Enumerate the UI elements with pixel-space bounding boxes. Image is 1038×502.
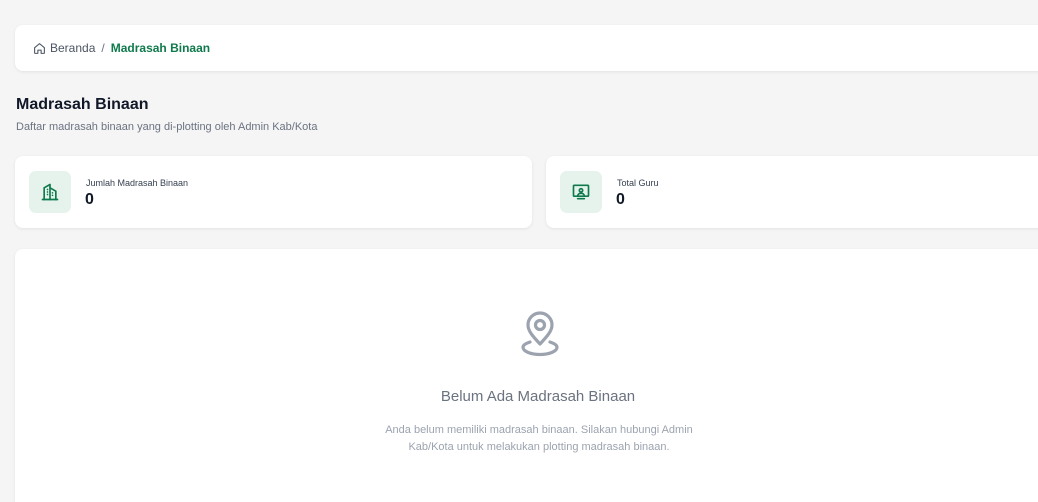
stat-value: 0 [616,191,625,208]
stat-label: Jumlah Madrasah Binaan [86,178,189,188]
empty-state-card: Belum Ada Madrasah Binaan Anda belum mem… [15,249,1038,502]
stat-card-madrasah: Jumlah Madrasah Binaan 0 [15,156,532,228]
teacher-board-icon [560,171,602,213]
page-subtitle: Daftar madrasah binaan yang di-plotting … [16,121,318,133]
breadcrumb: Beranda / Madrasah Binaan [15,25,1038,71]
stat-label: Total Guru [617,178,659,188]
building-icon [29,171,71,213]
page-title: Madrasah Binaan [16,96,149,113]
breadcrumb-home-link[interactable]: Beranda [50,41,95,55]
stat-card-guru: Total Guru 0 [546,156,1038,228]
empty-state-title: Belum Ada Madrasah Binaan [440,388,636,405]
breadcrumb-current: Madrasah Binaan [110,41,211,55]
breadcrumb-separator: / [101,41,105,55]
empty-state-description: Anda belum memiliki madrasah binaan. Sil… [385,424,693,453]
stat-value: 0 [85,191,94,208]
home-icon[interactable] [33,42,46,55]
map-pin-icon [513,305,567,359]
